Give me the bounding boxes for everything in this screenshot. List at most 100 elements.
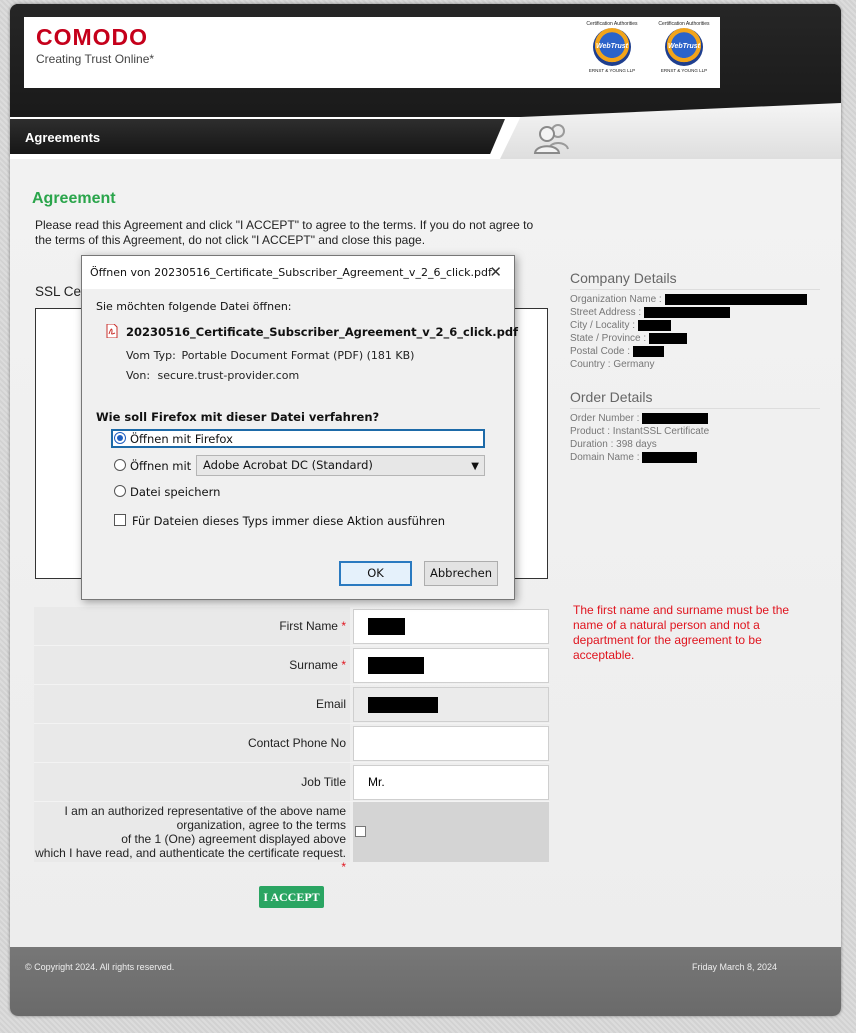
surname-input[interactable] — [353, 648, 549, 683]
page-title: Agreement — [32, 190, 116, 207]
row-label: Street Address : — [570, 307, 642, 318]
seal-caption: Certification Authorities — [586, 21, 638, 27]
surname-label: Surname * — [34, 646, 350, 684]
copyright: © Copyright 2024. All rights reserved. — [25, 962, 175, 972]
meta-value: Portable Document Format (PDF) (181 KB) — [181, 349, 415, 362]
comodo-logo: COMODO — [36, 24, 149, 50]
dialog-title: Öffnen von 20230516_Certificate_Subscrib… — [90, 266, 492, 279]
meta-value: secure.trust-provider.com — [157, 369, 300, 382]
row-label: Organization Name : — [570, 294, 662, 305]
authorize-checkbox[interactable] — [355, 826, 366, 837]
subscriber-form: First Name * Surname * Email Contact Pho… — [34, 607, 550, 874]
authorize-line-text: which I have read, and authenticate the … — [35, 846, 346, 860]
label-text: Surname — [289, 658, 338, 672]
redacted-value — [368, 618, 405, 636]
phone-input[interactable] — [353, 726, 549, 761]
row-label: Order Number : — [570, 413, 640, 424]
phone-row: Contact Phone No — [34, 724, 550, 763]
seal-caption: Certification Authorities — [658, 21, 710, 27]
radio-save-file[interactable] — [114, 485, 126, 497]
always-action-checkbox[interactable] — [114, 514, 126, 526]
nav-tab-label: Agreements — [25, 130, 101, 145]
name-requirement-note: The first name and surname must be the n… — [573, 603, 790, 662]
footer: © Copyright 2024. All rights reserved. F… — [10, 947, 841, 1016]
redacted-value — [368, 657, 424, 675]
job-title-row: Job Title Mr. — [34, 763, 550, 802]
header-bar: COMODO Creating Trust Online* Certificat… — [10, 4, 841, 117]
cancel-button[interactable]: Abbrechen — [424, 561, 498, 586]
meta-key: Von: — [126, 369, 151, 382]
first-name-row: First Name * — [34, 607, 550, 646]
company-details-heading: Company Details — [570, 270, 820, 290]
label-text: First Name — [279, 619, 338, 633]
open-firefox-label[interactable]: Öffnen mit Firefox — [130, 432, 233, 446]
required-mark: * — [341, 860, 346, 874]
open-with-select[interactable]: Adobe Acrobat DC (Standard) ▼ — [196, 455, 485, 476]
ssl-heading: SSL Ce — [35, 284, 82, 299]
chevron-down-icon: ▼ — [471, 461, 479, 472]
pdf-icon — [106, 324, 118, 338]
seal-label: WebTrust — [593, 28, 631, 66]
always-action-label[interactable]: Für Dateien dieses Typs immer diese Akti… — [132, 514, 445, 528]
row-label: State / Province : — [570, 333, 647, 344]
required-mark: * — [341, 658, 346, 672]
file-name: 20230516_Certificate_Subscriber_Agreemen… — [126, 325, 519, 339]
authorize-line: which I have read, and authenticate the … — [34, 846, 346, 874]
email-field[interactable] — [353, 687, 549, 722]
surname-row: Surname * — [34, 646, 550, 685]
open-with-label[interactable]: Öffnen mit — [130, 459, 191, 473]
authorize-row: I am an authorized representative of the… — [34, 802, 550, 874]
redacted-value — [642, 451, 698, 463]
country-row: Country : Germany — [570, 359, 655, 370]
close-icon[interactable]: ✕ — [489, 263, 502, 281]
domain-row: Domain Name : — [570, 451, 820, 464]
brand-tagline: Creating Trust Online* — [36, 52, 155, 66]
redacted-value — [642, 412, 709, 424]
required-mark: * — [341, 619, 346, 633]
redacted-value — [643, 306, 730, 318]
duration-row: Duration : 398 days — [570, 439, 657, 450]
first-name-label: First Name * — [34, 607, 350, 645]
intro-text: Please read this Agreement and click "I … — [35, 218, 534, 247]
email-label: Email — [34, 685, 350, 723]
open-question: Sie möchten folgende Datei öffnen: — [96, 300, 292, 313]
city-row: City / Locality : — [570, 319, 820, 332]
selected-app: Adobe Acrobat DC (Standard) — [203, 458, 373, 472]
row-label: City / Locality : — [570, 320, 636, 331]
webtrust-seal: Certification Authorities WebTrust ERNST… — [658, 21, 710, 85]
webtrust-seal: Certification Authorities WebTrust ERNST… — [586, 21, 638, 85]
product-row: Product : InstantSSL Certificate — [570, 426, 710, 437]
authorize-line: I am an authorized representative of the… — [64, 804, 346, 818]
order-details-heading: Order Details — [570, 389, 820, 409]
redacted-value — [637, 319, 671, 331]
seal-auditor: ERNST & YOUNG LLP — [588, 68, 636, 73]
action-question: Wie soll Firefox mit dieser Datei verfah… — [96, 410, 380, 424]
ok-button[interactable]: OK — [339, 561, 412, 586]
open-file-dialog: Öffnen von 20230516_Certificate_Subscrib… — [81, 255, 519, 600]
footer-date: Friday March 8, 2024 — [692, 962, 778, 972]
authorize-line: organization, agree to the terms — [176, 818, 346, 832]
job-title-input[interactable]: Mr. — [353, 765, 549, 800]
order-number-row: Order Number : — [570, 412, 820, 425]
file-source-row: Von: secure.trust-provider.com — [126, 369, 299, 382]
save-file-label[interactable]: Datei speichern — [130, 485, 220, 499]
radio-open-with[interactable] — [114, 459, 126, 471]
authorize-cell — [353, 802, 549, 862]
row-label: Postal Code : — [570, 346, 631, 357]
dialog-titlebar: Öffnen von 20230516_Certificate_Subscrib… — [82, 256, 514, 289]
i-accept-button[interactable]: I ACCEPT — [259, 886, 324, 908]
first-name-input[interactable] — [353, 609, 549, 644]
org-name-row: Organization Name : — [570, 293, 820, 306]
radio-open-firefox[interactable] — [114, 432, 126, 444]
seal-auditor: ERNST & YOUNG LLP — [660, 68, 708, 73]
users-icon — [533, 124, 569, 154]
meta-key: Vom Typ: — [126, 349, 176, 362]
row-label: Domain Name : — [570, 452, 640, 463]
state-row: State / Province : — [570, 332, 820, 345]
redacted-value — [664, 293, 807, 305]
redacted-value — [632, 345, 664, 357]
file-type-row: Vom Typ: Portable Document Format (PDF) … — [126, 349, 414, 362]
nav-tab-agreements[interactable]: Agreements — [10, 119, 505, 154]
postal-row: Postal Code : — [570, 345, 820, 358]
street-row: Street Address : — [570, 306, 820, 319]
